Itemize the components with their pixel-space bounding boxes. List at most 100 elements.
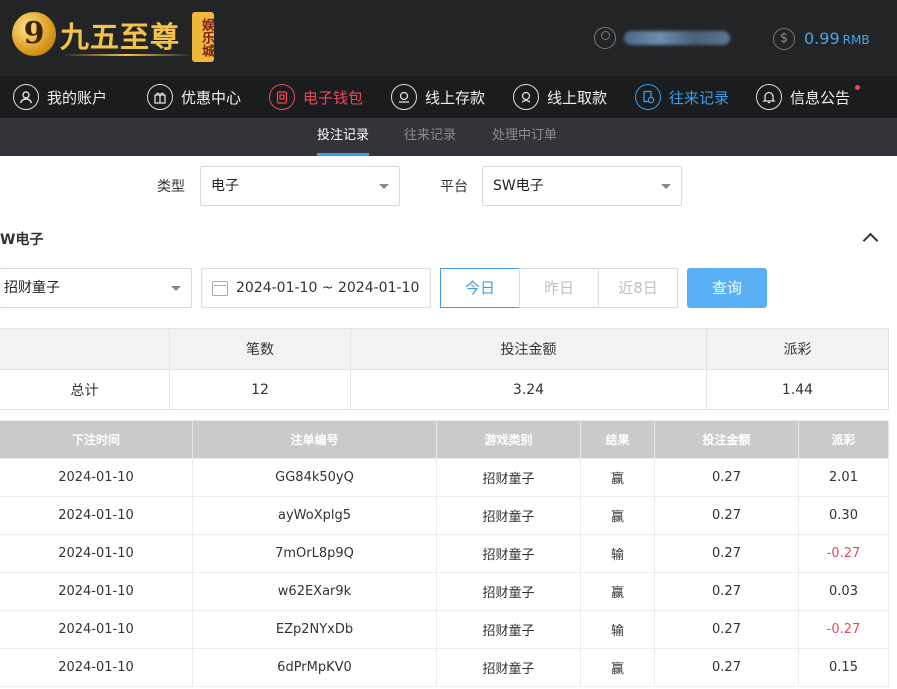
balance-amount: 0.99 [804, 29, 840, 48]
header-cell: 结果 [580, 420, 655, 459]
bet-time: 2024-01-10 [0, 610, 193, 649]
payout: 0.03 [798, 572, 889, 611]
table-row[interactable]: 2024-01-10 7mOrL8p9Q 招财童子 输 0.27 -0.27 [0, 534, 889, 573]
table-row[interactable]: 2024-01-10 6dPrMpKV0 招财童子 赢 0.27 0.15 [0, 648, 889, 687]
logo-tag: 娱乐城 [192, 12, 214, 62]
wallet-icon [269, 84, 295, 110]
payout: 2.01 [798, 458, 889, 497]
bet-id: EZp2NYxDb [192, 610, 437, 649]
type-select[interactable]: 电子 [200, 166, 400, 206]
date-range-value: 2024-01-10 ~ 2024-01-10 [236, 280, 420, 296]
nav-e-wallet[interactable]: 电子钱包 [269, 83, 363, 111]
bet-time: 2024-01-10 [0, 458, 193, 497]
query-button[interactable]: 查询 [687, 268, 767, 308]
chevron-up-icon[interactable] [862, 229, 880, 247]
bet-amount: 0.27 [654, 610, 799, 649]
platform-select[interactable]: SW电子 [482, 166, 682, 206]
table-row[interactable]: 2024-01-10 ayWoXplg5 招财童子 赢 0.27 0.30 [0, 496, 889, 535]
balance-unit: RMB [842, 33, 870, 47]
quick-yesterday-button[interactable]: 昨日 [519, 268, 599, 308]
tab-transaction-records[interactable]: 往来记录 [404, 118, 456, 156]
bet-id: GG84k50yQ [192, 458, 437, 497]
chevron-down-icon [379, 184, 389, 189]
username-redacted [624, 31, 730, 45]
summary-total-row: 总计 12 3.24 1.44 [0, 369, 889, 410]
nav-label: 往来记录 [669, 88, 730, 107]
summary-cell: 1.44 [706, 369, 889, 410]
bet-id: w62EXar9k [192, 572, 437, 611]
header-cell: 游戏类别 [436, 420, 581, 459]
summary-table: 笔数 投注金额 派彩 总计 12 3.24 1.44 [0, 328, 889, 410]
table-row[interactable]: 2024-01-10 w62EXar9k 招财童子 赢 0.27 0.03 [0, 572, 889, 611]
game-type: 招财童子 [436, 648, 581, 687]
bet-time: 2024-01-10 [0, 534, 193, 573]
bet-amount: 0.27 [654, 496, 799, 535]
bet-amount: 0.27 [654, 534, 799, 573]
game-type: 招财童子 [436, 458, 581, 497]
summary-header-cell: 派彩 [706, 328, 889, 370]
nav-transaction-records[interactable]: 往来记录 [635, 83, 729, 111]
tab-pending-orders[interactable]: 处理中订单 [492, 118, 557, 156]
notification-dot [855, 85, 861, 90]
logo-swoosh [62, 54, 192, 56]
summary-cell: 3.24 [350, 369, 707, 410]
bet-result: 赢 [580, 648, 655, 687]
summary-header-cell [0, 328, 170, 370]
logo-coin-icon: 9 [12, 12, 56, 56]
table-row[interactable]: 2024-01-10 GG84k50yQ 招财童子 赢 0.27 2.01 [0, 458, 889, 497]
quick-8days-button[interactable]: 近8日 [598, 268, 678, 308]
withdraw-icon [513, 84, 539, 110]
nav-my-account[interactable]: 我的账户 [13, 83, 107, 111]
nav-label: 线上取款 [547, 88, 608, 107]
chevron-down-icon [661, 184, 671, 189]
payout: 0.30 [798, 496, 889, 535]
brand-logo[interactable]: 9 九五至尊 娱乐城 [12, 10, 214, 66]
nav-label: 我的账户 [47, 88, 108, 107]
nav-label: 信息公告 [790, 88, 851, 107]
summary-header-cell: 笔数 [169, 328, 351, 370]
bet-id: ayWoXplg5 [192, 496, 437, 535]
detail-header-row: 下注时间 注单编号 游戏类别 结果 投注金额 派彩 [0, 420, 889, 459]
game-select-value: 招财童子 [4, 280, 60, 296]
bet-result: 输 [580, 610, 655, 649]
user-icon [13, 84, 39, 110]
game-type: 招财童子 [436, 610, 581, 649]
nav-announcements[interactable]: 信息公告 [756, 83, 861, 111]
summary-header-row: 笔数 投注金额 派彩 [0, 328, 889, 370]
bell-icon [756, 84, 782, 110]
nav-label: 优惠中心 [181, 88, 242, 107]
header-cell: 注单编号 [192, 420, 437, 459]
header-cell: 下注时间 [0, 420, 193, 459]
payout: 0.15 [798, 648, 889, 687]
game-type: 招财童子 [436, 534, 581, 573]
bet-amount: 0.27 [654, 648, 799, 687]
table-row[interactable]: 2024-01-10 EZp2NYxDb 招财童子 输 0.27 -0.27 [0, 610, 889, 649]
bet-result: 输 [580, 534, 655, 573]
balance-display: 0.99 RMB [804, 29, 870, 48]
chevron-down-icon [171, 286, 181, 291]
bet-time: 2024-01-10 [0, 572, 193, 611]
header-cell: 派彩 [798, 420, 889, 459]
bet-id: 7mOrL8p9Q [192, 534, 437, 573]
nav-online-deposit[interactable]: 线上存款 [391, 83, 485, 111]
header-cell: 投注金额 [654, 420, 799, 459]
bet-result: 赢 [580, 572, 655, 611]
gift-icon [147, 84, 173, 110]
bet-time: 2024-01-10 [0, 496, 193, 535]
summary-cell: 12 [169, 369, 351, 410]
section-title: W电子 [0, 232, 44, 248]
nav-promotions[interactable]: 优惠中心 [147, 83, 241, 111]
main-nav: 我的账户 优惠中心 电子钱包 线上存款 线上取款 往来记录 信息公告 [0, 76, 897, 118]
game-type: 招财童子 [436, 572, 581, 611]
nav-online-withdraw[interactable]: 线上取款 [513, 83, 607, 111]
bet-id: 6dPrMpKV0 [192, 648, 437, 687]
top-header: 9 九五至尊 娱乐城 $ 0.99 RMB [0, 0, 897, 76]
tab-bet-records[interactable]: 投注记录 [317, 118, 370, 156]
game-type: 招财童子 [436, 496, 581, 535]
game-select[interactable]: 招财童子 [0, 268, 192, 308]
quick-today-button[interactable]: 今日 [440, 268, 520, 308]
payout: -0.27 [798, 534, 889, 573]
date-range-picker[interactable]: 2024-01-10 ~ 2024-01-10 [201, 268, 431, 308]
nav-label: 电子钱包 [303, 88, 364, 107]
bet-amount: 0.27 [654, 458, 799, 497]
